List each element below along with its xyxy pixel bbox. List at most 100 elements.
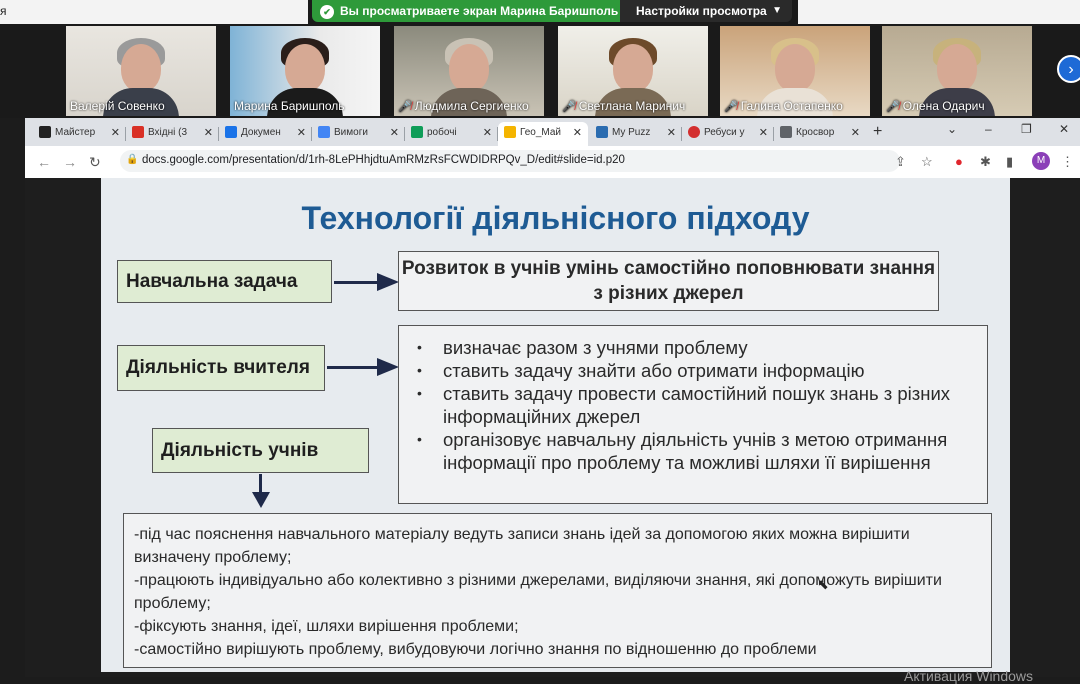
students-label: Діяльність учнів bbox=[161, 439, 319, 461]
share-banner-text: Вы просматриваете экран Марина Баришполь bbox=[340, 4, 619, 18]
zoom-top-bar: я ✔ Вы просматриваете экран Марина Баришп… bbox=[0, 0, 1080, 24]
task-label-box: Навчальна задача bbox=[117, 260, 332, 303]
teacher-activities-box: визначає разом з учнями проблему ставить… bbox=[398, 325, 988, 504]
teacher-label-box: Діяльність вчителя bbox=[117, 345, 325, 391]
docs-icon bbox=[318, 126, 330, 139]
drive-icon bbox=[225, 126, 237, 139]
close-icon[interactable]: ✕ bbox=[851, 122, 860, 144]
browser-window: Майстер ✕ Вхідні (3 ✕ Докумен ✕ Вимоги ✕ роб… bbox=[25, 118, 1080, 178]
close-icon[interactable]: ✕ bbox=[667, 122, 676, 144]
browser-tab[interactable]: Вхідні (3 ✕ bbox=[126, 122, 219, 146]
arrow-down-head bbox=[252, 492, 270, 508]
star-icon[interactable]: ☆ bbox=[921, 154, 933, 170]
close-window-icon[interactable]: ✕ bbox=[1059, 122, 1069, 136]
participant-tile-active[interactable]: Марина Баришполь bbox=[230, 26, 380, 116]
arrow-right bbox=[327, 366, 383, 369]
mouse-cursor-icon: ⬉ bbox=[817, 576, 829, 592]
close-icon[interactable]: ✕ bbox=[759, 122, 768, 144]
list-item: -під час пояснення навчального матеріалу… bbox=[134, 526, 910, 566]
task-label: Навчальна задача bbox=[126, 270, 298, 292]
back-icon[interactable]: ← bbox=[37, 154, 51, 170]
chevron-down-icon: ▼ bbox=[772, 5, 782, 16]
slides-icon bbox=[504, 126, 516, 139]
tab-favicon bbox=[39, 126, 51, 139]
url-bar[interactable]: 🔒 docs.google.com/presentation/d/1rh-8Le… bbox=[120, 150, 900, 172]
extensions-icon[interactable]: ✱ bbox=[980, 154, 991, 170]
share-icon[interactable]: ⇪ bbox=[895, 154, 906, 170]
gmail-icon bbox=[132, 126, 144, 139]
slide-title: Технології діяльнісного підходу bbox=[301, 200, 810, 236]
close-icon[interactable]: ✕ bbox=[390, 122, 399, 144]
browser-tab-active[interactable]: Гео_Май ✕ bbox=[498, 122, 588, 146]
list-item: визначає разом з учнями проблему bbox=[417, 336, 987, 359]
task-goal: Розвиток в учнів умінь самостійно поповн… bbox=[401, 258, 936, 304]
teacher-label: Діяльність вчителя bbox=[126, 357, 310, 378]
lock-icon: 🔒 bbox=[126, 154, 139, 165]
windows-activation-watermark: Активация Windows bbox=[904, 668, 1034, 684]
drive-icon bbox=[411, 126, 423, 139]
browser-tab[interactable]: Вимоги ✕ bbox=[312, 122, 405, 146]
arrow-down bbox=[259, 474, 262, 494]
browser-tab[interactable]: Докумен ✕ bbox=[219, 122, 312, 146]
close-icon[interactable]: ✕ bbox=[111, 122, 120, 144]
reload-icon[interactable]: ↻ bbox=[89, 154, 101, 171]
minimize-icon[interactable]: – bbox=[985, 122, 992, 136]
new-tab-icon[interactable]: + bbox=[873, 123, 882, 141]
shield-icon: ✔ bbox=[320, 4, 334, 19]
goal-box: Розвиток в учнів умінь самостійно поповн… bbox=[398, 251, 939, 311]
chevron-right-icon: › bbox=[1068, 61, 1074, 78]
close-icon[interactable]: ✕ bbox=[297, 122, 306, 144]
close-icon[interactable]: ✕ bbox=[573, 122, 582, 144]
arrow-right-head bbox=[377, 273, 399, 291]
tab-strip: Майстер ✕ Вхідні (3 ✕ Докумен ✕ Вимоги ✕ роб… bbox=[25, 118, 1080, 146]
sidebar-icon[interactable]: ▮ bbox=[1006, 154, 1013, 170]
participant-tile[interactable]: 🎤̸ Людмила Сергиенко bbox=[394, 26, 544, 116]
browser-tab[interactable]: My Puzz ✕ bbox=[590, 122, 682, 146]
browser-tab[interactable]: Кросвор ✕ bbox=[774, 122, 866, 146]
slide: Технології діяльнісного підходу Навчальн… bbox=[101, 178, 1010, 672]
screen-icon bbox=[780, 126, 792, 139]
restore-icon[interactable]: ❐ bbox=[1021, 122, 1032, 136]
close-icon[interactable]: ✕ bbox=[204, 122, 213, 144]
mic-muted-icon: 🎤̸ bbox=[398, 101, 412, 113]
list-item: -працюють індивідуально або колективно з… bbox=[134, 572, 942, 612]
browser-tab[interactable]: Майстер ✕ bbox=[33, 122, 126, 146]
participant-name: Валерій Совенко bbox=[70, 99, 165, 113]
list-item: -самостійно вирішують проблему, вибудову… bbox=[134, 641, 817, 658]
participant-tile[interactable]: 🎤̸ Светлана Маринич bbox=[558, 26, 708, 116]
mic-muted-icon: 🎤̸ bbox=[724, 101, 738, 113]
avatar[interactable]: M bbox=[1032, 152, 1050, 170]
participant-name: 🎤̸ Светлана Маринич bbox=[562, 99, 686, 113]
list-item: ставить задачу провести самостійний пошу… bbox=[417, 382, 987, 428]
list-item: ставить задачу знайти або отримати інфор… bbox=[417, 359, 987, 382]
participant-name: 🎤̸ Галина Остапенко bbox=[724, 99, 843, 113]
next-page-button[interactable]: › bbox=[1057, 55, 1080, 83]
share-banner: ✔ Вы просматриваете экран Марина Баришпол… bbox=[312, 0, 620, 22]
mic-muted-icon: 🎤̸ bbox=[886, 101, 900, 113]
chevron-down-icon[interactable]: ⌄ bbox=[947, 122, 957, 136]
browser-tab[interactable]: робочі ✕ bbox=[405, 122, 498, 146]
students-activities-box: -під час пояснення навчального матеріалу… bbox=[123, 513, 992, 668]
arrow-right-head bbox=[377, 358, 399, 376]
participant-tile[interactable]: 🎤̸ Галина Остапенко bbox=[720, 26, 870, 116]
forward-icon[interactable]: → bbox=[63, 154, 77, 170]
opera-extension-icon[interactable]: ● bbox=[955, 154, 963, 169]
participant-name: 🎤̸ Людмила Сергиенко bbox=[398, 99, 529, 113]
participant-tile[interactable]: 🎤̸ Олена Одарич bbox=[882, 26, 1032, 116]
list-item: організовує навчальну діяльність учнів з… bbox=[417, 428, 987, 474]
close-icon[interactable]: ✕ bbox=[483, 122, 492, 144]
opera-icon bbox=[688, 126, 700, 139]
left-label: я bbox=[0, 4, 7, 18]
menu-icon[interactable]: ⋮ bbox=[1061, 154, 1074, 170]
students-label-box: Діяльність учнів bbox=[152, 428, 369, 473]
list-item: -фіксують знання, ідеї, шляхи вирішення … bbox=[134, 618, 519, 635]
participant-tile[interactable]: Валерій Совенко bbox=[66, 26, 216, 116]
puzzle-icon bbox=[596, 126, 608, 139]
address-bar-row: ← → ↻ 🔒 docs.google.com/presentation/d/1… bbox=[25, 146, 1080, 178]
view-settings-button[interactable]: Настройки просмотра ▼ bbox=[620, 0, 792, 22]
view-settings-label: Настройки просмотра bbox=[636, 4, 767, 18]
desktop-strip-right bbox=[798, 0, 1080, 24]
participant-gallery: Валерій Совенко Марина Баришполь 🎤̸ Людми… bbox=[0, 24, 1080, 118]
participant-name: 🎤̸ Олена Одарич bbox=[886, 99, 985, 113]
browser-tab[interactable]: Ребуси у ✕ bbox=[682, 122, 774, 146]
